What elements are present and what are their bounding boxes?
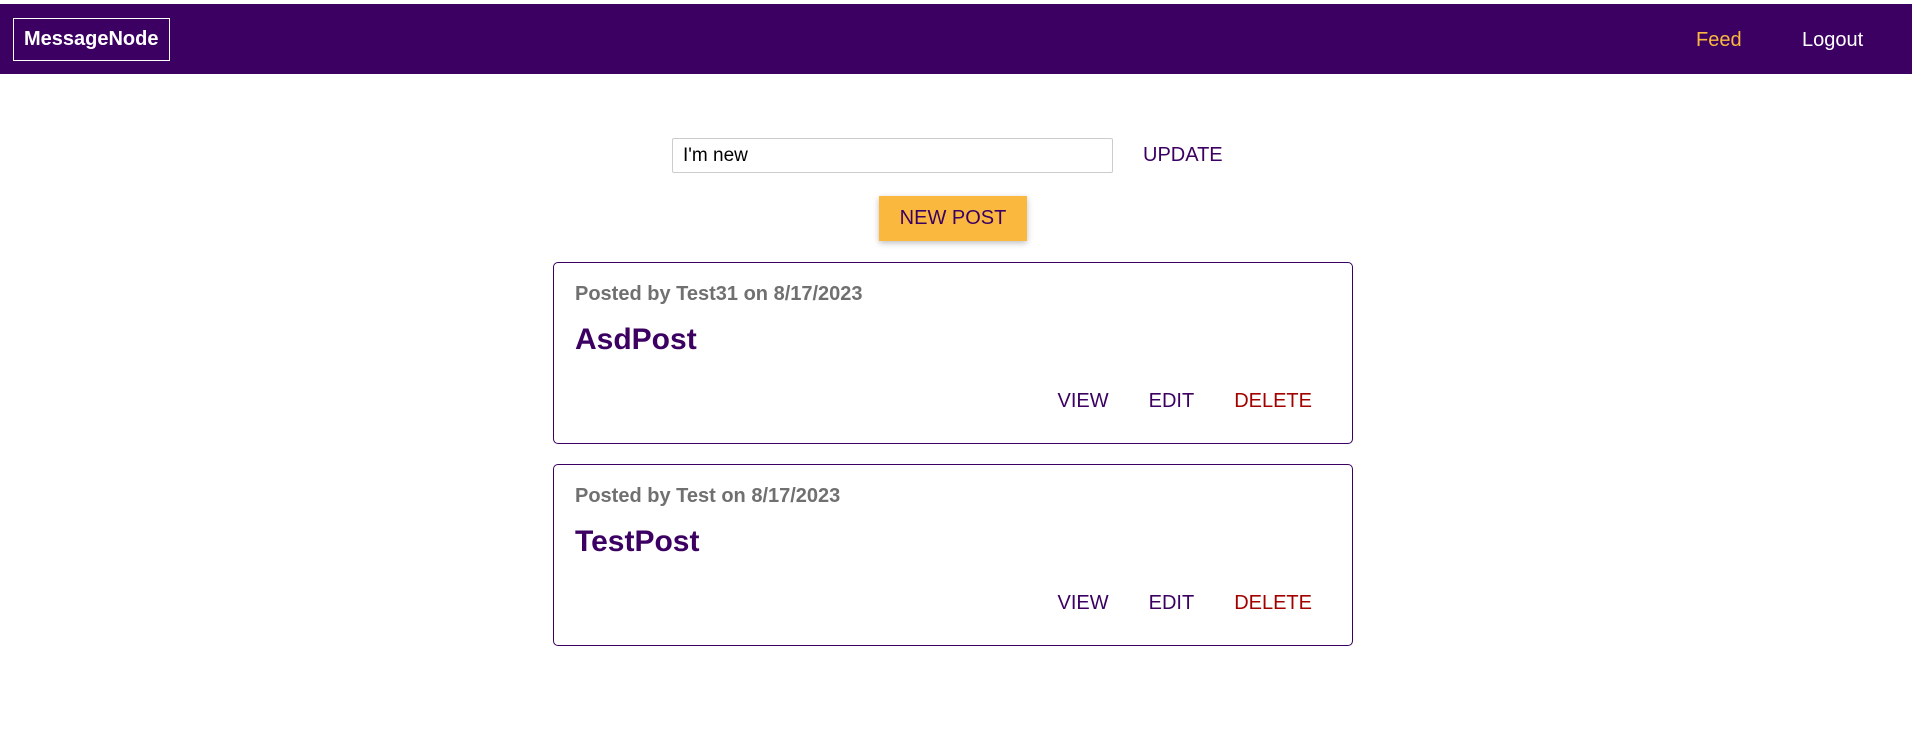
view-post-button[interactable]: VIEW: [1058, 389, 1109, 413]
update-status-button[interactable]: UPDATE: [1143, 143, 1223, 167]
edit-post-button[interactable]: EDIT: [1149, 591, 1195, 615]
view-post-button[interactable]: VIEW: [1058, 591, 1109, 615]
nav-feed-link[interactable]: Feed: [1696, 28, 1742, 52]
post-actions: VIEW EDIT DELETE: [1018, 591, 1313, 615]
edit-post-button[interactable]: EDIT: [1149, 389, 1195, 413]
delete-post-button[interactable]: DELETE: [1234, 389, 1312, 413]
main-header: MessageNode Feed Logout: [0, 4, 1912, 74]
app-logo[interactable]: MessageNode: [13, 18, 170, 61]
post-card: Posted by Test on 8/17/2023 TestPost VIE…: [553, 464, 1353, 646]
post-title: AsdPost: [575, 323, 697, 356]
new-post-button[interactable]: NEW POST: [879, 196, 1027, 241]
status-input[interactable]: [672, 138, 1113, 173]
post-card: Posted by Test31 on 8/17/2023 AsdPost VI…: [553, 262, 1353, 444]
nav-logout-link[interactable]: Logout: [1802, 28, 1863, 52]
post-meta: Posted by Test31 on 8/17/2023: [575, 283, 863, 305]
delete-post-button[interactable]: DELETE: [1234, 591, 1312, 615]
post-actions: VIEW EDIT DELETE: [1018, 389, 1313, 413]
post-title: TestPost: [575, 525, 700, 558]
post-meta: Posted by Test on 8/17/2023: [575, 485, 841, 507]
